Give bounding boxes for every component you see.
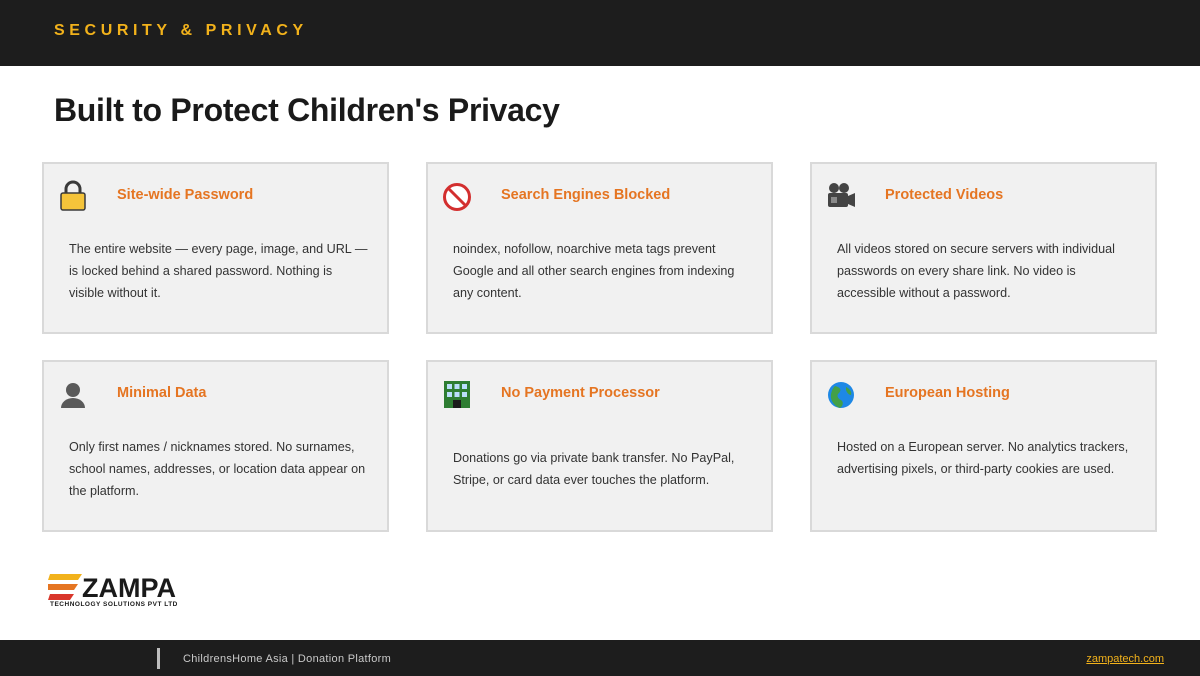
zampa-logo-mark: ZAMPA TECHNOLOGY SOLUTIONS PVT LTD	[48, 573, 178, 608]
footer-bar: ChildrensHome Asia | Donation Platform z…	[0, 640, 1200, 676]
card-title: European Hosting	[885, 385, 1010, 401]
page-title: Built to Protect Children's Privacy	[54, 92, 560, 128]
website-link[interactable]: zampatech.com	[1086, 653, 1164, 665]
card-title: Site-wide Password	[117, 187, 254, 203]
card-search-engines-blocked: Search Engines Blocked noindex, nofollow…	[426, 162, 773, 334]
svg-text:ZAMPA: ZAMPA	[82, 573, 176, 603]
card-site-wide-password: Site-wide Password The entire website — …	[42, 162, 389, 334]
card-european-hosting: European Hosting Hosted on a European se…	[810, 360, 1157, 532]
card-title: No Payment Processor	[501, 385, 660, 401]
header-bar: SECURITY & PRIVACY	[0, 0, 1200, 66]
globe-icon	[828, 382, 854, 408]
card-description: Only first names / nicknames stored. No …	[69, 440, 366, 498]
section-label: SECURITY & PRIVACY	[54, 22, 308, 39]
card-description: Donations go via private bank transfer. …	[453, 451, 735, 487]
card-protected-videos: Protected Videos All videos stored on se…	[810, 162, 1157, 334]
card-title: Protected Videos	[885, 187, 1004, 203]
prohibited-icon	[443, 183, 471, 211]
card-description: noindex, nofollow, noarchive meta tags p…	[453, 242, 735, 300]
card-minimal-data: Minimal Data Only first names / nickname…	[42, 360, 389, 532]
card-no-payment-processor: No Payment Processor Donations go via pr…	[426, 360, 773, 532]
zampa-logo: ZAMPA TECHNOLOGY SOLUTIONS PVT LTD	[48, 572, 193, 608]
person-silhouette-icon	[61, 383, 85, 408]
movie-camera-icon	[828, 183, 855, 207]
card-title: Search Engines Blocked	[501, 187, 671, 203]
card-description: All videos stored on secure servers with…	[837, 242, 1115, 300]
card-description: The entire website — every page, image, …	[69, 242, 368, 300]
card-description: Hosted on a European server. No analytic…	[837, 440, 1129, 476]
card-title: Minimal Data	[117, 385, 207, 401]
lock-icon	[60, 180, 86, 211]
bank-building-icon	[444, 381, 470, 408]
svg-text:TECHNOLOGY SOLUTIONS PVT LTD: TECHNOLOGY SOLUTIONS PVT LTD	[50, 601, 178, 608]
footer-text: ChildrensHome Asia | Donation Platform	[183, 653, 392, 665]
footer-divider	[157, 648, 160, 669]
